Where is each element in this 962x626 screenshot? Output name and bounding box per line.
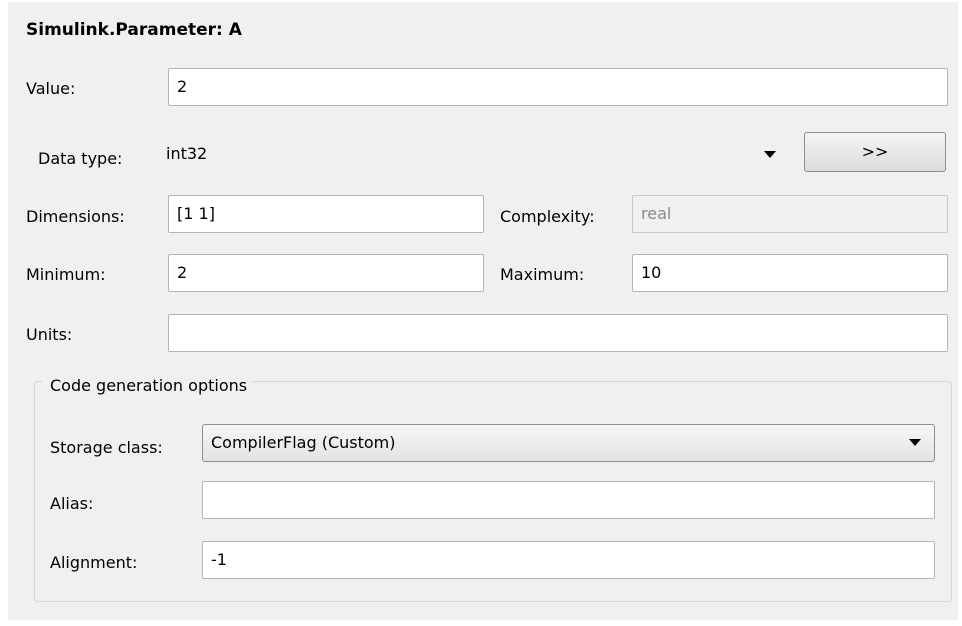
alias-label: Alias: — [50, 494, 94, 513]
complexity-label: Complexity: — [500, 207, 595, 226]
code-generation-legend: Code generation options — [42, 376, 254, 395]
minimum-input[interactable]: 2 — [168, 254, 484, 292]
storage-class-label: Storage class: — [50, 438, 163, 457]
data-type-assistant-button[interactable]: >> — [804, 132, 946, 172]
chevron-down-icon — [909, 439, 921, 446]
data-type-dropdown[interactable]: int32 — [166, 135, 794, 173]
alignment-input[interactable]: -1 — [202, 541, 935, 579]
maximum-label: Maximum: — [500, 265, 585, 284]
storage-class-dropdown[interactable]: CompilerFlag (Custom) — [202, 424, 935, 462]
dimensions-input[interactable]: [1 1] — [168, 195, 484, 233]
data-type-value: int32 — [166, 144, 208, 163]
chevron-down-icon — [764, 151, 776, 158]
alignment-label: Alignment: — [50, 553, 138, 572]
value-input[interactable]: 2 — [168, 68, 948, 106]
storage-class-value: CompilerFlag (Custom) — [211, 433, 396, 452]
page-title: Simulink.Parameter: A — [26, 20, 242, 40]
minimum-label: Minimum: — [26, 265, 106, 284]
units-input[interactable] — [168, 314, 948, 352]
maximum-input[interactable]: 10 — [632, 254, 948, 292]
complexity-input: real — [632, 195, 948, 233]
units-label: Units: — [26, 325, 73, 344]
data-type-label: Data type: — [38, 149, 123, 168]
dimensions-label: Dimensions: — [26, 207, 125, 226]
alias-input[interactable] — [202, 481, 935, 519]
value-label: Value: — [26, 79, 76, 98]
